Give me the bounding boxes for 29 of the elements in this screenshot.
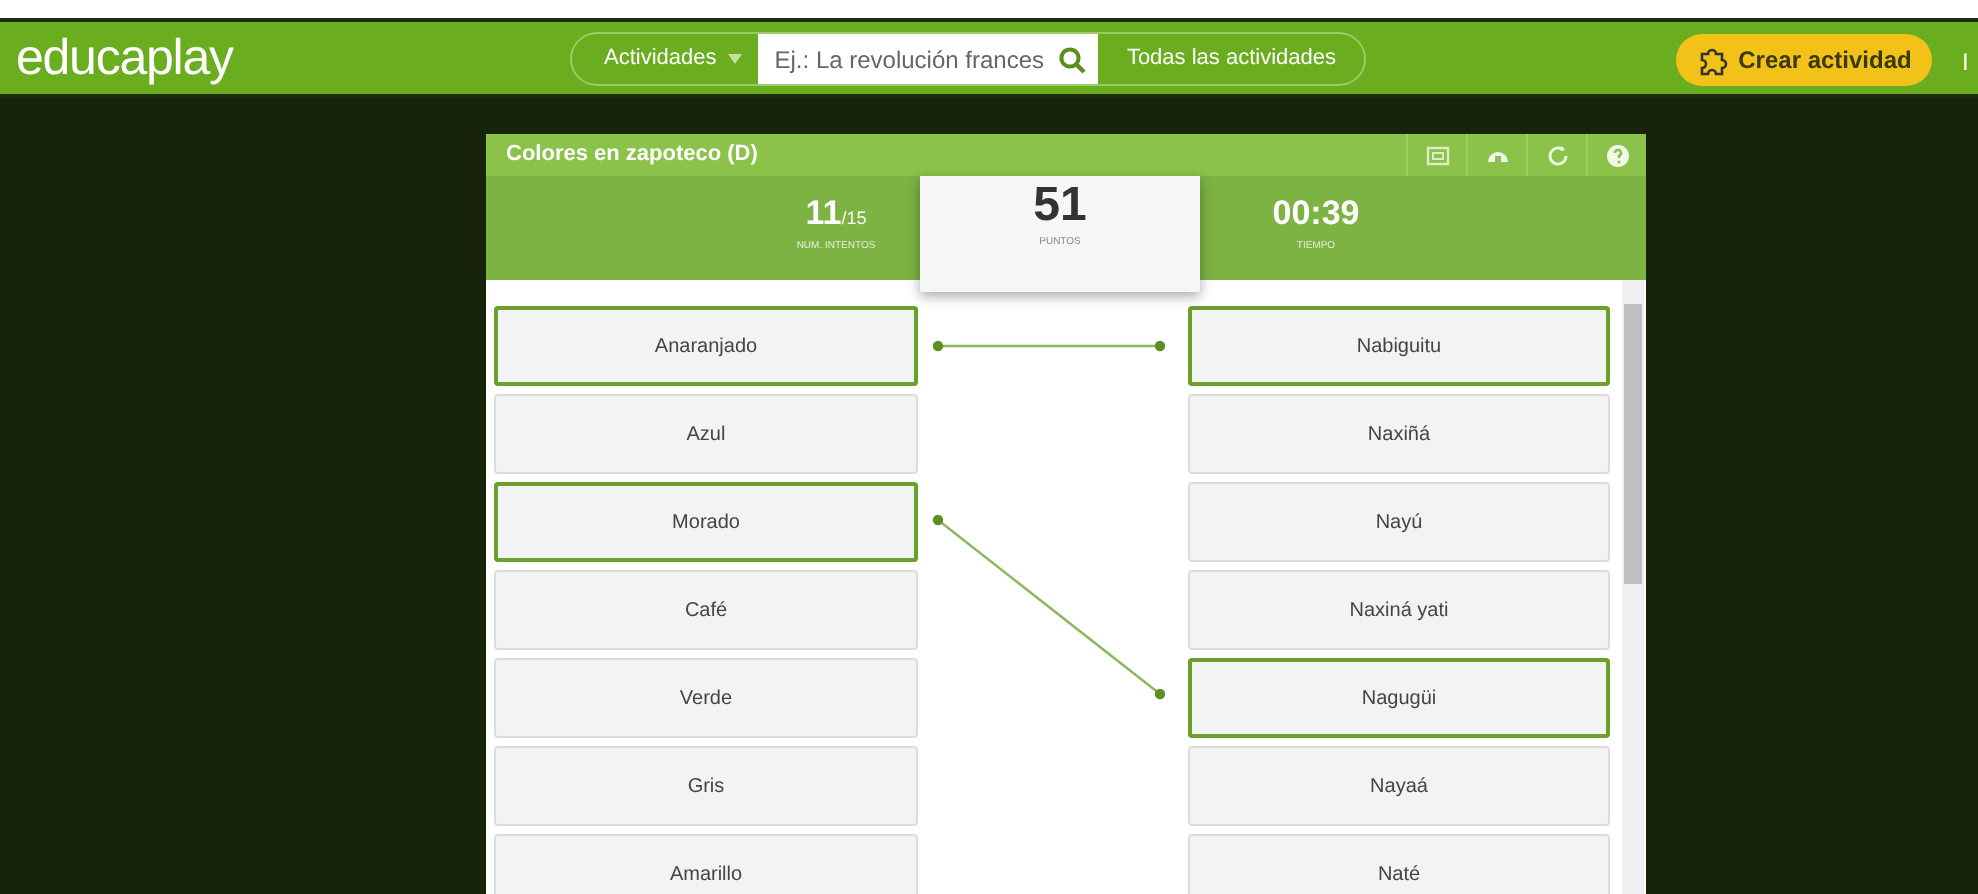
fullscreen-icon[interactable] bbox=[1423, 141, 1451, 169]
match-card[interactable]: Naxiñá bbox=[1188, 394, 1610, 474]
match-card[interactable]: Verde bbox=[494, 658, 918, 738]
caret-icon bbox=[728, 54, 743, 64]
match-card[interactable]: Nagugüi bbox=[1188, 658, 1610, 738]
match-card[interactable]: Naté bbox=[1188, 834, 1610, 894]
match-card[interactable]: Gris bbox=[494, 746, 918, 826]
score-value: 51 bbox=[1033, 176, 1087, 236]
match-card[interactable]: Azul bbox=[494, 394, 918, 474]
match-card[interactable]: Café bbox=[494, 570, 918, 650]
search-field[interactable]: Ej.: La revolución frances bbox=[758, 34, 1099, 84]
help-icon[interactable] bbox=[1603, 141, 1631, 169]
create-activity-button[interactable]: Crear actividad bbox=[1676, 34, 1932, 86]
match-card[interactable]: Anaranjado bbox=[494, 306, 918, 386]
match-card[interactable]: Nayaá bbox=[1188, 746, 1610, 826]
match-card[interactable]: Naxiná yati bbox=[1188, 570, 1610, 650]
match-card[interactable]: Nabiguitu bbox=[1188, 306, 1610, 386]
refresh-icon[interactable] bbox=[1543, 141, 1571, 169]
match-card[interactable]: Nayú bbox=[1188, 482, 1610, 562]
scrollbar[interactable] bbox=[1622, 280, 1644, 894]
scrollbar-thumb[interactable] bbox=[1624, 304, 1642, 584]
search-icon[interactable] bbox=[1058, 45, 1087, 73]
match-card[interactable]: Morado bbox=[494, 482, 918, 562]
attempts-count: 11 bbox=[805, 192, 842, 236]
puzzle-icon bbox=[1696, 44, 1729, 76]
activity-title: Colores en zapoteco (D) bbox=[504, 140, 760, 171]
time-value: 00:39 bbox=[1272, 192, 1360, 236]
match-card[interactable]: Amarillo bbox=[494, 834, 918, 894]
attempts-total: /15 bbox=[841, 206, 867, 232]
